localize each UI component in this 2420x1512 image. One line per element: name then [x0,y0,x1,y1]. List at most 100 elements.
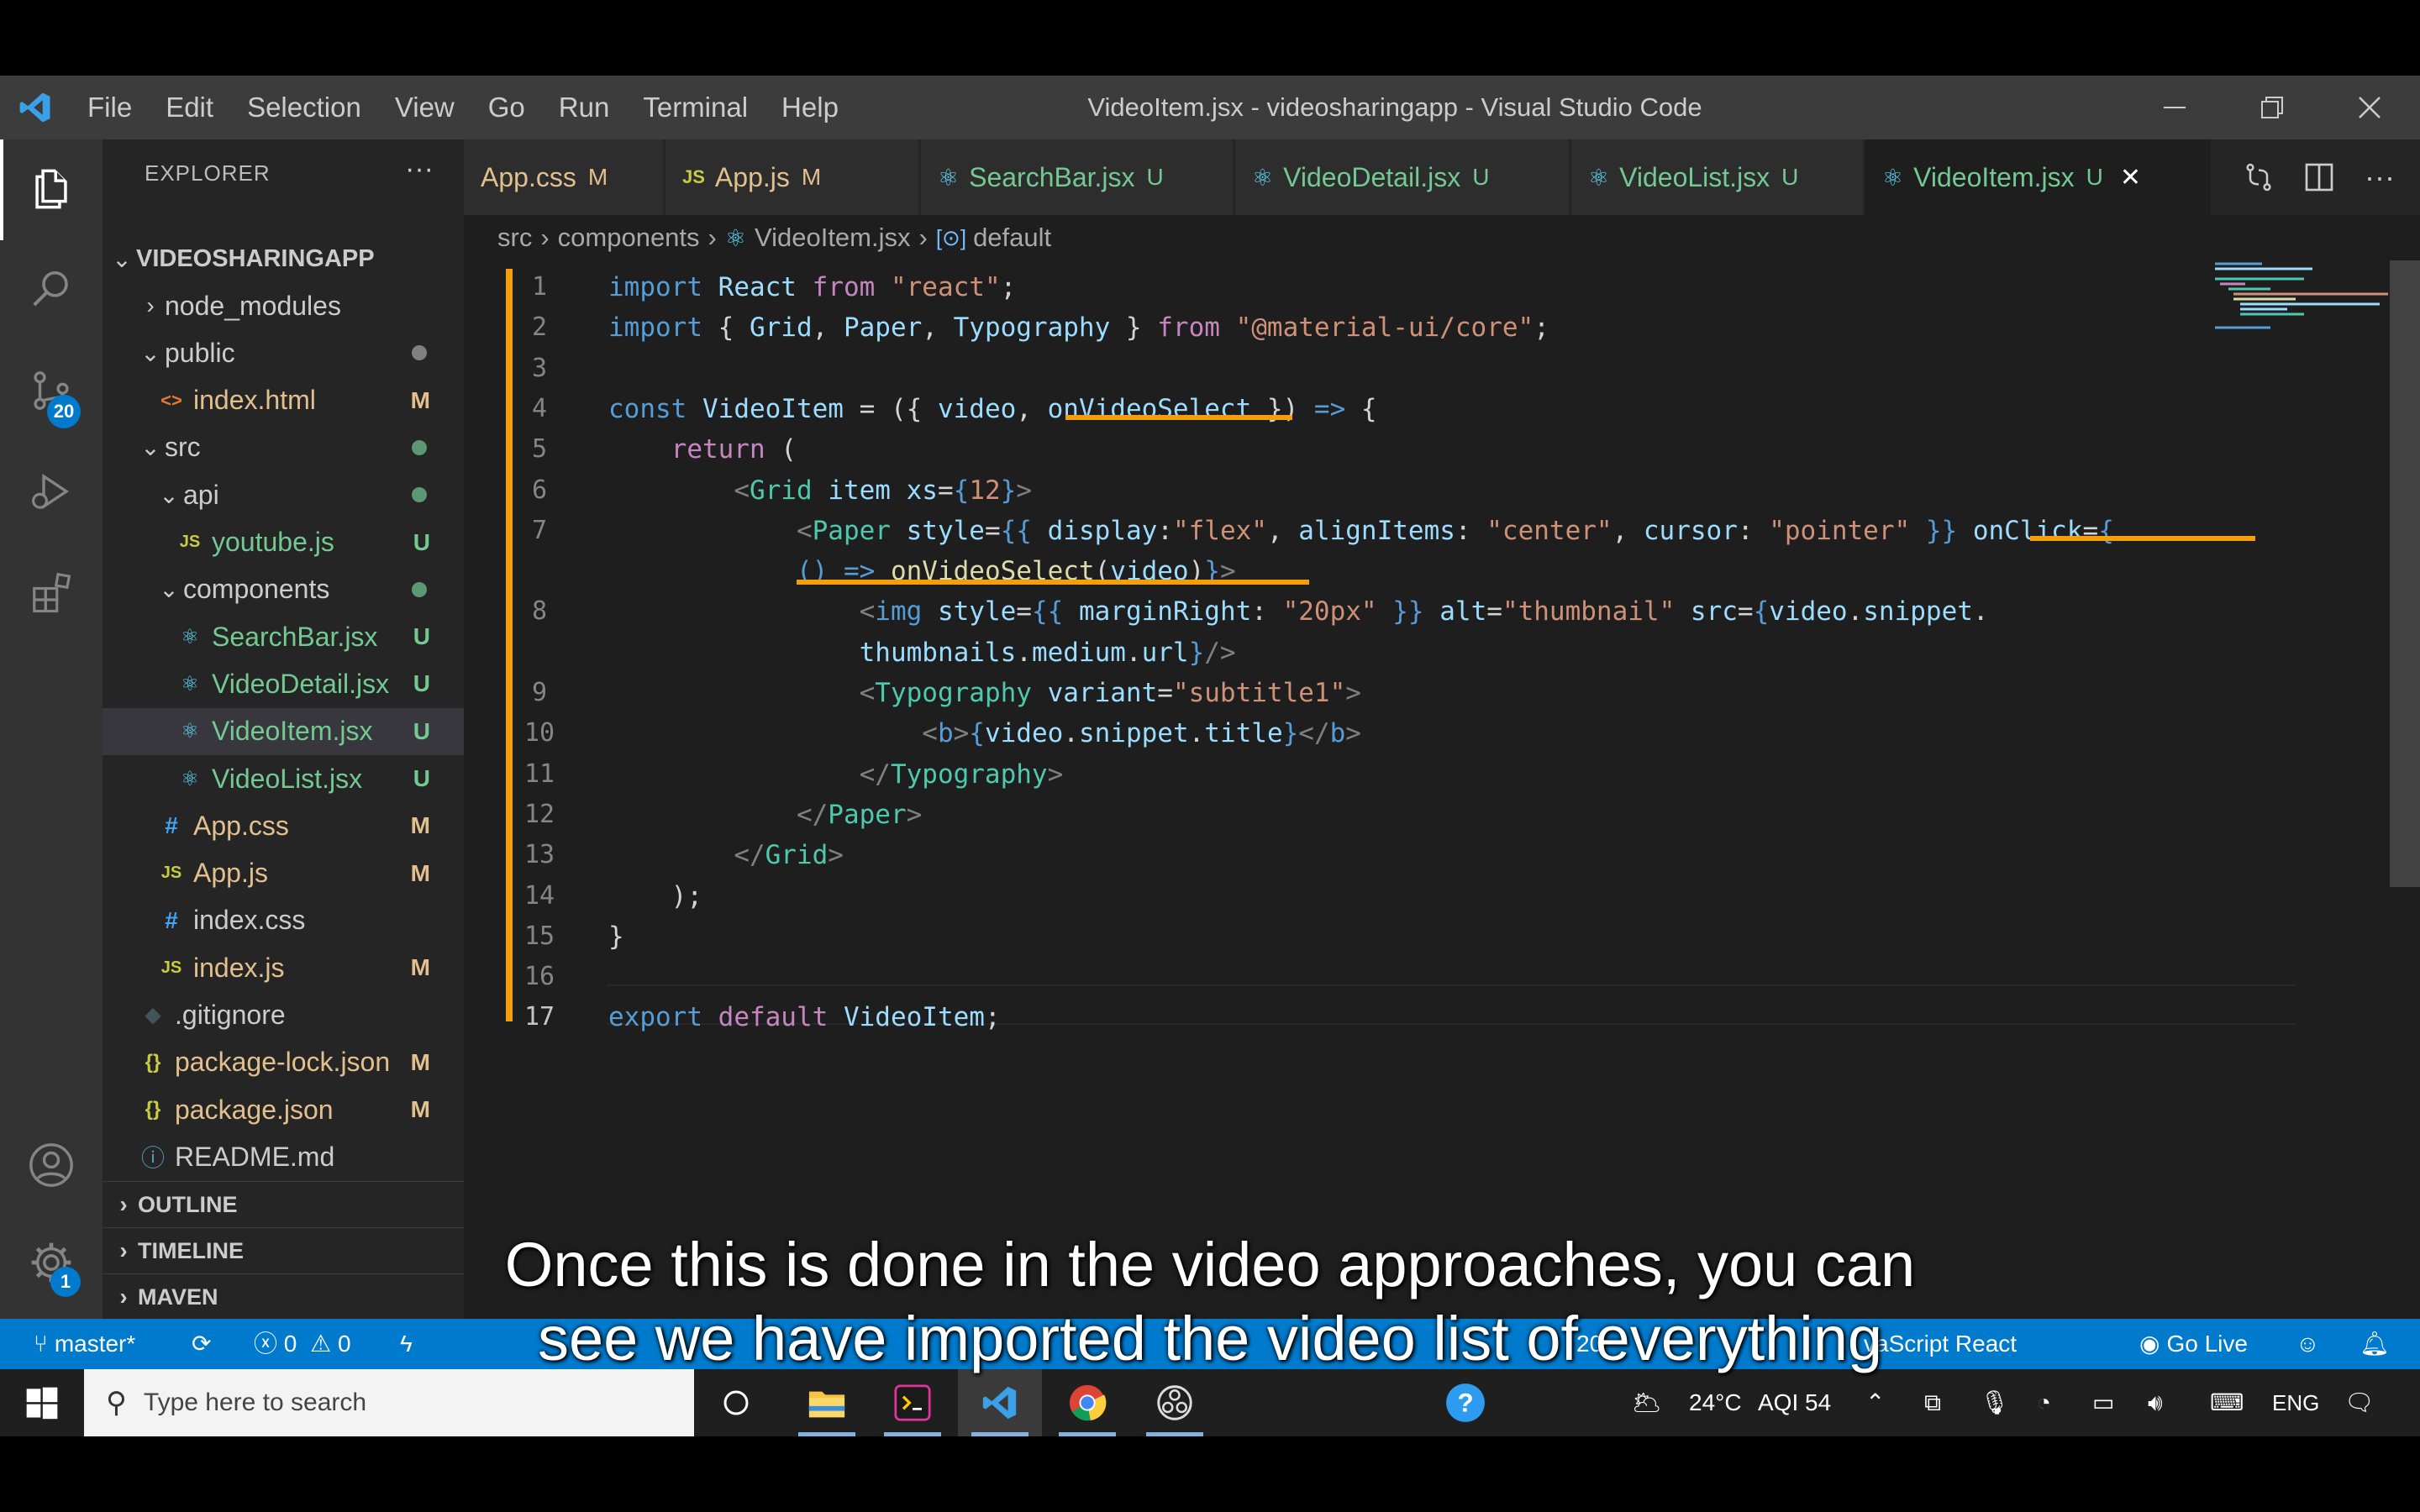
restore-button[interactable] [2223,76,2321,139]
tree-item[interactable]: <> index.html M [103,377,464,424]
menu-item-edit[interactable]: Edit [149,76,230,139]
code-line[interactable]: <Grid item xs={12}> [608,470,1032,511]
tree-item[interactable]: ⚛ VideoItem.jsx U [103,707,464,755]
code-token: { [702,312,750,344]
code-line[interactable]: thumbnails.medium.url}/> [608,633,1236,673]
menu-item-terminal[interactable]: Terminal [626,76,765,139]
code-line[interactable]: <img style={{ marginRight: "20px" }} alt… [608,591,1989,632]
tree-item[interactable]: ⚛ VideoDetail.jsx U [103,660,464,707]
vertical-scrollbar[interactable] [2390,260,2420,887]
task-view-icon[interactable] [694,1369,778,1436]
panel-outline[interactable]: › OUTLINE [103,1181,464,1227]
explorer-icon[interactable] [20,158,82,220]
minimize-button[interactable] [2126,76,2223,139]
tree-item[interactable]: # App.css M [103,802,464,849]
menu-item-file[interactable]: File [71,76,149,139]
tree-item[interactable]: ⌄ api [103,471,464,518]
tree-item[interactable]: ⌄ public [103,329,464,376]
menu-item-go[interactable]: Go [471,76,542,139]
meet-now-icon[interactable]: ⧉ [1924,1369,1941,1436]
terminal-app-icon[interactable] [871,1369,955,1436]
code-line[interactable]: </Grid> [608,835,844,875]
extensions-icon[interactable] [20,561,82,623]
open-changes-icon[interactable] [2228,160,2289,194]
windows-start-icon[interactable] [0,1369,84,1436]
menu-item-selection[interactable]: Selection [230,76,378,139]
tree-item[interactable]: ⓘ README.md [103,1133,464,1180]
tab-videodetail-jsx[interactable]: ⚛ VideoDetail.jsx U [1235,139,1570,215]
git-status-dot [412,439,427,455]
close-window-button[interactable] [2321,76,2418,139]
chevron-up-icon[interactable]: ⌃ [1865,1369,1885,1436]
search-icon[interactable] [20,259,82,321]
battery-icon[interactable]: ▭ [2092,1369,2114,1436]
tree-item-label: src [165,432,201,463]
breadcrumb-components[interactable]: components [558,223,700,253]
explorer-more-button[interactable]: ··· [405,139,434,207]
volume-icon[interactable]: 🔊︎ [2148,1369,2163,1436]
code-line[interactable]: } [608,916,624,957]
weather-temperature[interactable]: 24°C [1689,1369,1742,1436]
account-icon[interactable] [20,1134,82,1196]
file-explorer-icon[interactable] [785,1369,869,1436]
help-icon[interactable]: ? [1423,1369,1507,1436]
tree-item[interactable]: JS App.js M [103,850,464,897]
taskbar-search-input[interactable]: ⚲ Type here to search [84,1369,694,1436]
react-file-icon: ⚛ [181,672,199,696]
code-line[interactable]: export default VideoItem; [608,997,1001,1037]
code-line[interactable]: () => onVideoSelect(video)}> [608,551,1236,591]
tree-item[interactable]: {} package-lock.json M [103,1039,464,1086]
tree-item[interactable]: › node_modules [103,282,464,329]
tab-app-css[interactable]: App.css M [464,139,664,215]
tab-app-js[interactable]: JS App.js M [666,139,919,215]
workspace-root[interactable]: ⌄ VIDEOSHARINGAPP [103,235,464,282]
notification-center-icon[interactable]: 🗨︎ [2344,1369,2375,1436]
code-token: , [812,312,844,344]
code-line[interactable]: <Typography variant="subtitle1"> [608,673,1361,713]
breadcrumb-src[interactable]: src [497,223,532,253]
code-editor[interactable]: 1 2 3 4 5 6 7 8 9 10 11 12 13 14 15 16 17 import React f… [464,260,2420,1319]
code-line[interactable]: <b>{video.snippet.title}</b> [608,713,1361,753]
run-debug-icon[interactable] [20,460,82,522]
tree-item[interactable]: JS youtube.js U [103,519,464,566]
tree-item[interactable]: ⌄ components [103,566,464,613]
tree-item[interactable]: # index.css [103,897,464,944]
tree-item[interactable]: ⌄ src [103,424,464,471]
more-actions-icon[interactable]: ··· [2349,160,2410,195]
vscode-taskbar-icon[interactable] [958,1369,1042,1436]
tree-item[interactable]: JS index.js M [103,944,464,991]
obs-icon[interactable] [1133,1369,1217,1436]
breadcrumb-file[interactable]: VideoItem.jsx [755,223,911,253]
split-editor-icon[interactable] [2289,160,2349,194]
code-line[interactable]: const VideoItem = ({ video, onVideoSelec… [608,389,1377,429]
chrome-icon[interactable] [1045,1369,1129,1436]
minimap[interactable] [2212,260,2396,336]
code-line[interactable]: ); [608,876,702,916]
close-tab-icon[interactable]: ✕ [2120,163,2141,192]
symbol-variable-icon: [⊙] [935,224,967,250]
keyboard-icon[interactable]: ⌨ [2210,1369,2244,1436]
microphone-icon[interactable]: 🎙︎ [1980,1369,2010,1436]
menu-item-run[interactable]: Run [542,76,627,139]
code-line[interactable]: </Typography> [608,754,1064,795]
tab-videolist-jsx[interactable]: ⚛ VideoList.jsx U [1571,139,1864,215]
code-line[interactable]: </Paper> [608,795,922,835]
tree-item[interactable]: ◆ .gitignore [103,992,464,1039]
menu-item-help[interactable]: Help [765,76,855,139]
code-line[interactable]: <Paper style={{ display:"flex", alignIte… [608,511,2114,551]
code-line[interactable]: import { Grid, Paper, Typography } from … [608,307,1549,348]
tree-item[interactable]: ⚛ SearchBar.jsx U [103,613,464,660]
code-token: > [953,718,970,749]
tab-videoitem-jsx[interactable]: ⚛ VideoItem.jsx U ✕ [1865,139,2212,215]
code-line[interactable]: import React from "react"; [608,267,1016,307]
code-token: , [1612,515,1644,546]
tab-searchbar-jsx[interactable]: ⚛ SearchBar.jsx U [921,139,1234,215]
language-indicator[interactable]: ENG [2272,1369,2319,1436]
air-quality[interactable]: AQI 54 [1758,1369,1831,1436]
wifi-icon[interactable]: ◔ [2037,1369,2051,1436]
tree-item[interactable]: {} package.json M [103,1086,464,1133]
breadcrumb-symbol[interactable]: default [973,223,1051,253]
tree-item[interactable]: ⚛ VideoList.jsx U [103,755,464,802]
menu-item-view[interactable]: View [378,76,471,139]
code-line[interactable]: return ( [608,429,797,470]
